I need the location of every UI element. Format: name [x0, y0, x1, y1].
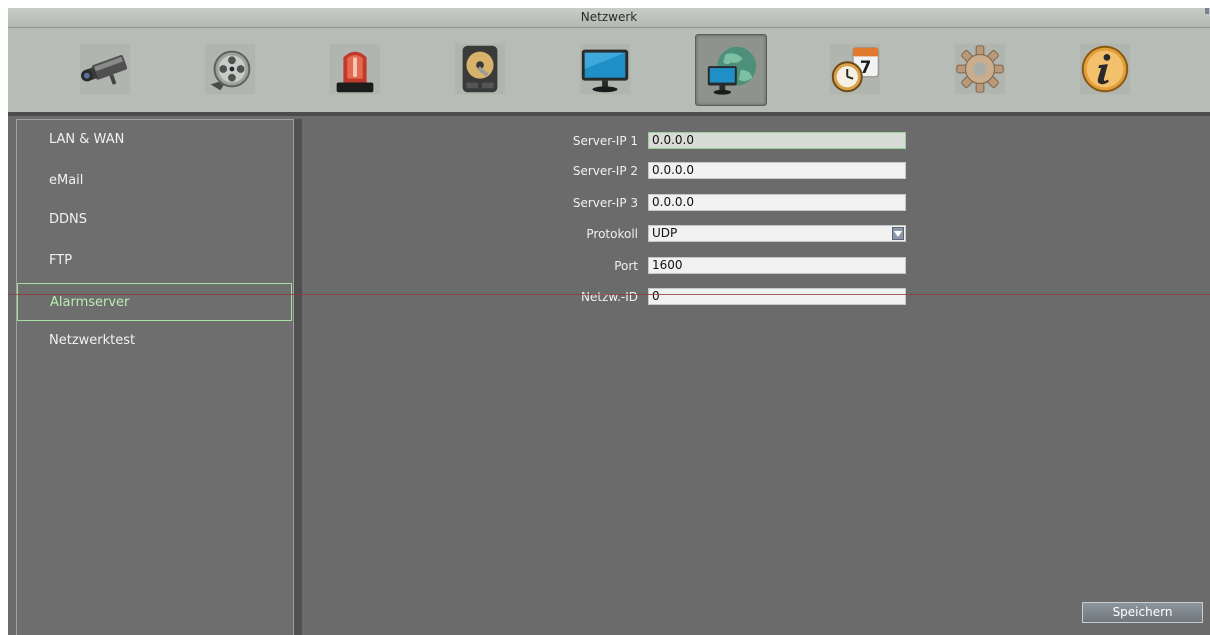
toolbar-playback-button[interactable]	[195, 34, 265, 104]
sidebar-item-lan-wan[interactable]: LAN & WAN	[17, 121, 291, 159]
toolbar-info-button[interactable]	[1070, 34, 1140, 104]
toolbar-camera-button[interactable]	[70, 34, 140, 104]
sidebar-item-alarmserver[interactable]: Alarmserver	[17, 283, 292, 321]
toolbar-display-button[interactable]	[570, 34, 640, 104]
protokoll-label: Protokoll	[586, 227, 638, 241]
toolbar-schedule-button[interactable]: 7	[820, 34, 890, 104]
hard-disk-icon	[454, 43, 506, 95]
window-title-bar: Netzwerk	[8, 8, 1210, 28]
panel-divider	[294, 119, 302, 635]
clock-calendar-icon: 7	[829, 43, 881, 95]
server-ip-3-label: Server-IP 3	[572, 196, 638, 210]
save-button[interactable]: Speichern	[1082, 602, 1203, 623]
info-icon	[1079, 43, 1131, 95]
server-ip-1-label: Server-IP 1	[572, 134, 638, 148]
server-ip-3-field[interactable]: 0.0.0.0	[648, 194, 906, 211]
netzw-id-field[interactable]: 0	[648, 288, 906, 305]
netzw-id-row: Netzw.-ID 0	[302, 287, 1210, 307]
sidebar-item-ddns[interactable]: DDNS	[17, 201, 291, 239]
corner-marker	[1205, 8, 1209, 14]
protokoll-select[interactable]: UDP	[648, 225, 906, 242]
alarm-siren-icon	[329, 43, 381, 95]
server-ip-2-field[interactable]: 0.0.0.0	[648, 162, 906, 179]
toolbar-network-button[interactable]	[695, 34, 767, 106]
window-title: Netzwerk	[580, 10, 638, 24]
film-reel-icon	[204, 43, 256, 95]
netzw-id-label: Netzw.-ID	[581, 290, 638, 304]
server-ip-1-field[interactable]: 0.0.0.0	[648, 132, 906, 149]
sidebar-item-email[interactable]: eMail	[17, 162, 291, 200]
server-ip-2-label: Server-IP 2	[572, 164, 638, 178]
sidebar-item-netzwerktest[interactable]: Netzwerktest	[17, 322, 291, 360]
port-label: Port	[614, 259, 638, 273]
toolbar-storage-button[interactable]	[445, 34, 515, 104]
camera-icon	[79, 43, 131, 95]
sidebar-item-ftp[interactable]: FTP	[17, 242, 291, 280]
server-ip-2-row: Server-IP 2 0.0.0.0	[302, 161, 1210, 181]
settings-window: Netzwerk 7 LAN & WAN eMail DDNS FTP Alar…	[8, 8, 1210, 635]
port-field[interactable]: 1600	[648, 257, 906, 274]
server-ip-3-row: Server-IP 3 0.0.0.0	[302, 193, 1210, 213]
monitor-icon	[579, 43, 631, 95]
alarmserver-settings-panel: Server-IP 1 0.0.0.0 Server-IP 2 0.0.0.0 …	[302, 119, 1210, 635]
protokoll-value: UDP	[652, 226, 678, 240]
gear-icon	[954, 43, 1006, 95]
divider-line	[8, 294, 1210, 295]
server-ip-1-row: Server-IP 1 0.0.0.0	[302, 131, 1210, 151]
toolbar-system-button[interactable]	[945, 34, 1015, 104]
sidebar-menu: LAN & WAN eMail DDNS FTP Alarmserver Net…	[16, 119, 294, 635]
category-toolbar: 7	[8, 28, 1210, 116]
port-row: Port 1600	[302, 256, 1210, 276]
network-globe-icon	[707, 46, 757, 95]
toolbar-alarm-button[interactable]	[320, 34, 390, 104]
chevron-down-icon[interactable]	[892, 227, 904, 240]
protokoll-row: Protokoll UDP	[302, 224, 1210, 244]
